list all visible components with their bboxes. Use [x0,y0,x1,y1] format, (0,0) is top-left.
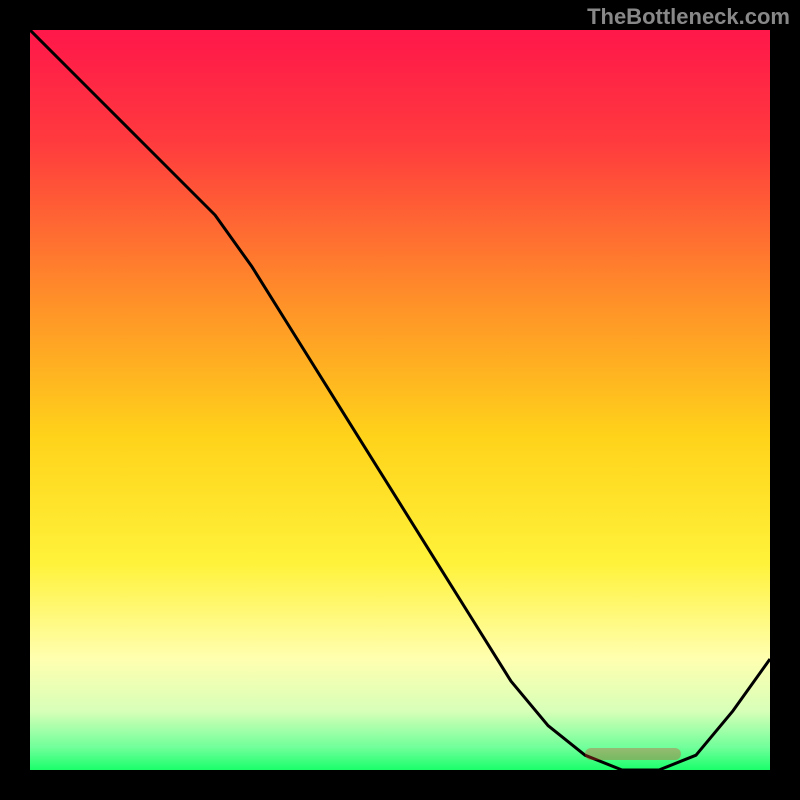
frame-bottom [0,770,800,800]
bottleneck-line [30,30,770,770]
frame-left [0,0,30,800]
watermark-text: TheBottleneck.com [587,4,790,30]
frame-right [770,0,800,800]
plot-area [30,30,770,770]
optimal-region-marker [585,748,681,760]
chart-container: TheBottleneck.com [0,0,800,800]
